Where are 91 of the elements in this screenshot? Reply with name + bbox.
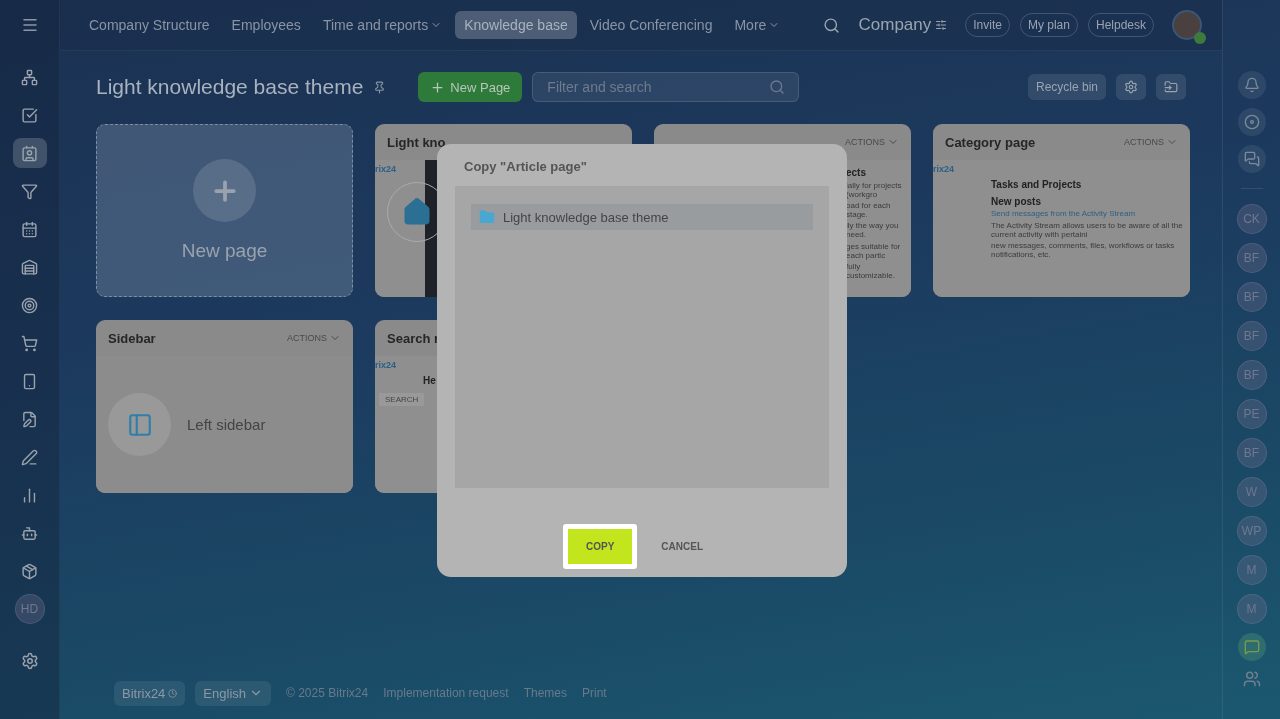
preview-heading: New posts xyxy=(991,195,1041,208)
cancel-button[interactable]: CANCEL xyxy=(643,523,721,569)
copy-button[interactable]: COPY xyxy=(563,523,638,569)
preview-heading: ects xyxy=(846,167,866,179)
new-page-card[interactable]: New page xyxy=(96,124,353,297)
logo-text: rix24 xyxy=(933,164,955,175)
recycle-bin-button[interactable]: Recycle bin xyxy=(1027,74,1106,100)
contact-avatar[interactable]: BF xyxy=(1236,282,1267,312)
footer-link[interactable]: Print xyxy=(582,686,607,700)
contact-avatar[interactable]: CK xyxy=(1236,204,1267,234)
phone-icon[interactable] xyxy=(21,372,38,390)
sidebar-item[interactable] xyxy=(12,138,47,168)
actions-menu[interactable]: ACTIONS xyxy=(287,333,327,343)
footer-link[interactable]: Implementation request xyxy=(383,686,509,700)
card-title: Light kno xyxy=(387,134,446,150)
pin-icon[interactable] xyxy=(373,80,387,94)
contact-avatar[interactable]: BF xyxy=(1236,360,1267,390)
robot-icon[interactable] xyxy=(21,524,38,542)
page-title: Light knowledge base theme xyxy=(96,75,364,99)
menu-icon[interactable] xyxy=(20,16,39,34)
chat-icon[interactable] xyxy=(1243,151,1260,167)
target-icon[interactable] xyxy=(21,296,38,314)
company-name[interactable]: Company xyxy=(858,15,932,35)
nav-tab[interactable]: Knowledge base xyxy=(455,11,577,39)
dialog-title: Copy "Article page" xyxy=(464,159,588,176)
plus-icon[interactable] xyxy=(430,79,446,95)
settings-button[interactable] xyxy=(1116,74,1146,100)
brand-button[interactable]: Bitrix24 xyxy=(114,680,186,706)
nav-tab[interactable]: Company Structure xyxy=(80,11,219,39)
bell-icon[interactable] xyxy=(1243,77,1260,93)
disc-icon[interactable] xyxy=(1243,114,1260,130)
chat-button[interactable] xyxy=(1237,145,1266,173)
sidebar-icon xyxy=(126,411,153,438)
footer-link[interactable]: Themes xyxy=(523,686,567,700)
page-card[interactable]: Sidebar ACTIONS Left sidebar xyxy=(96,320,353,493)
actions-menu[interactable]: ACTIONS xyxy=(845,137,885,147)
page-card[interactable] xyxy=(933,124,1190,297)
new-page-button[interactable]: New Page xyxy=(418,72,523,102)
contact-avatar[interactable]: BF xyxy=(1236,243,1267,273)
bell-button[interactable] xyxy=(1237,71,1266,99)
nav-tab[interactable]: Video Conferencing xyxy=(580,11,722,39)
preview-text: fully customizable. xyxy=(846,262,896,281)
nav-tab[interactable]: Employees xyxy=(222,11,310,39)
warehouse-icon[interactable] xyxy=(21,258,38,276)
user-avatar[interactable]: HD xyxy=(14,594,45,624)
search-icon[interactable] xyxy=(823,16,841,34)
disc-button[interactable] xyxy=(1237,108,1266,136)
cart-icon[interactable] xyxy=(21,334,38,352)
contact-avatar[interactable]: BF xyxy=(1236,321,1267,351)
preview-text: new messages, comments, files, workflows or tasks notifications, etc. xyxy=(991,240,1176,260)
preview-text: lly the way you need. xyxy=(846,221,900,240)
sliders-icon[interactable] xyxy=(935,19,948,31)
folder-item[interactable]: Light knowledge base theme xyxy=(471,204,813,230)
contact-avatar[interactable]: PE xyxy=(1236,399,1267,429)
preview-heading: He xyxy=(423,375,436,387)
box-icon[interactable] xyxy=(21,562,38,580)
funnel-icon[interactable] xyxy=(21,182,38,200)
contact-avatar[interactable]: M xyxy=(1236,555,1267,585)
settings-icon[interactable] xyxy=(1124,80,1138,94)
card-title: Category page xyxy=(945,134,1036,150)
pen-icon[interactable] xyxy=(21,448,38,466)
logo-text: rix24 xyxy=(375,164,397,175)
preview-button: SEARCH xyxy=(379,392,425,407)
language-dropdown[interactable]: English xyxy=(195,680,271,706)
checkbox-icon[interactable] xyxy=(21,106,38,124)
footer-link[interactable]: © 2025 Bitrix24 xyxy=(286,686,369,700)
new-page-label: New page xyxy=(181,240,268,262)
preview-heading: Tasks and Projects xyxy=(991,179,1082,191)
sidebar-label: Left sidebar xyxy=(187,416,266,433)
chat-button[interactable] xyxy=(1237,633,1266,661)
bar-chart-icon[interactable] xyxy=(21,486,38,504)
home-icon xyxy=(402,197,432,227)
document-edit-icon[interactable] xyxy=(21,410,38,428)
nav-tab[interactable]: More xyxy=(725,11,790,39)
contact-avatar[interactable]: W xyxy=(1236,477,1267,507)
contact-avatar[interactable]: M xyxy=(1236,594,1267,624)
preview-link: Send messages from the Activity Stream xyxy=(991,209,1136,219)
folder-button[interactable] xyxy=(1156,74,1186,100)
folder-icon xyxy=(479,209,495,225)
nav-tab[interactable]: Time and reports xyxy=(313,11,452,39)
actions-menu[interactable]: ACTIONS xyxy=(1124,137,1164,147)
folder-icon[interactable] xyxy=(1164,80,1178,94)
settings-icon[interactable] xyxy=(20,652,39,670)
status-badge xyxy=(1194,32,1206,44)
contact-avatar[interactable]: WP xyxy=(1236,516,1267,546)
contact-avatar[interactable]: BF xyxy=(1236,438,1267,468)
logo-text: rix24 xyxy=(375,360,397,371)
network-icon[interactable] xyxy=(21,68,38,86)
contact-card-icon[interactable] xyxy=(21,144,38,162)
card-title: Sidebar xyxy=(108,330,156,346)
calendar-icon[interactable] xyxy=(21,220,38,238)
